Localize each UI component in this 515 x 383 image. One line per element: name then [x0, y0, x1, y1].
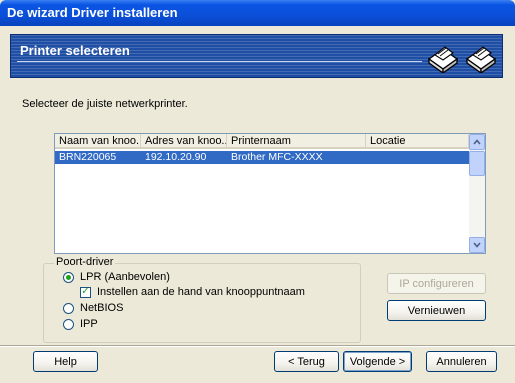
next-button[interactable]: Volgende > — [343, 351, 412, 372]
table-row[interactable]: BRN220065 192.10.20.90 Brother MFC-XXXX — [55, 151, 469, 164]
radio-ipp[interactable]: IPP — [63, 318, 98, 330]
banner-divider — [17, 61, 422, 62]
cell-printer-name: Brother MFC-XXXX — [231, 151, 323, 163]
radio-lpr[interactable]: LPR (Aanbevolen) — [63, 271, 170, 283]
checkbox-label: Instellen aan de hand van knooppuntnaam — [97, 286, 305, 298]
ip-config-button[interactable]: IP configureren — [387, 273, 486, 294]
radio-label: LPR (Aanbevolen) — [80, 271, 170, 283]
scroll-thumb[interactable] — [469, 151, 485, 176]
scroll-up-button[interactable] — [469, 134, 485, 150]
cancel-button[interactable]: Annuleren — [426, 351, 497, 372]
cell-node-name: BRN220065 — [59, 151, 117, 163]
radio-label: NetBIOS — [80, 302, 124, 314]
column-header-node-name[interactable]: Naam van knoo... — [55, 134, 141, 149]
column-header-node-address[interactable]: Adres van knoo... — [141, 134, 227, 149]
column-header-location[interactable]: Locatie — [366, 134, 469, 149]
radio-button[interactable] — [63, 302, 74, 314]
column-header-printer-name[interactable]: Printernaam — [227, 134, 366, 149]
printer-list[interactable]: Naam van knoo... Adres van knoo... Print… — [54, 133, 486, 254]
window-title-bar: De wizard Driver installeren — [0, 0, 515, 26]
checkbox-manual-setting[interactable]: ✓ Instellen aan de hand van knooppuntnaa… — [80, 286, 305, 298]
radio-button[interactable] — [63, 271, 74, 283]
help-button[interactable]: Help — [33, 351, 98, 372]
cell-location — [366, 151, 469, 164]
port-driver-label: Poort-driver — [54, 256, 116, 268]
scroll-down-button[interactable] — [469, 237, 485, 253]
radio-label: IPP — [80, 318, 98, 330]
printer-icon — [465, 46, 497, 73]
radio-netbios[interactable]: NetBIOS — [63, 302, 123, 314]
vertical-scrollbar[interactable] — [469, 134, 485, 253]
back-button[interactable]: < Terug — [274, 351, 339, 372]
banner-title: Printer selecteren — [20, 43, 130, 58]
instruction-text: Selecteer de juiste netwerkprinter. — [22, 98, 188, 110]
refresh-button[interactable]: Vernieuwen — [387, 300, 486, 321]
list-header: Naam van knoo... Adres van knoo... Print… — [55, 134, 469, 149]
radio-button[interactable] — [63, 318, 74, 330]
printer-icon — [427, 46, 459, 73]
chevron-up-icon — [473, 139, 481, 145]
wizard-banner: Printer selecteren — [10, 34, 503, 78]
chevron-down-icon — [473, 242, 481, 248]
footer-divider — [0, 345, 515, 347]
cell-node-address: 192.10.20.90 — [145, 151, 207, 163]
window-title: De wizard Driver installeren — [7, 5, 178, 20]
checkbox[interactable]: ✓ — [80, 286, 91, 298]
